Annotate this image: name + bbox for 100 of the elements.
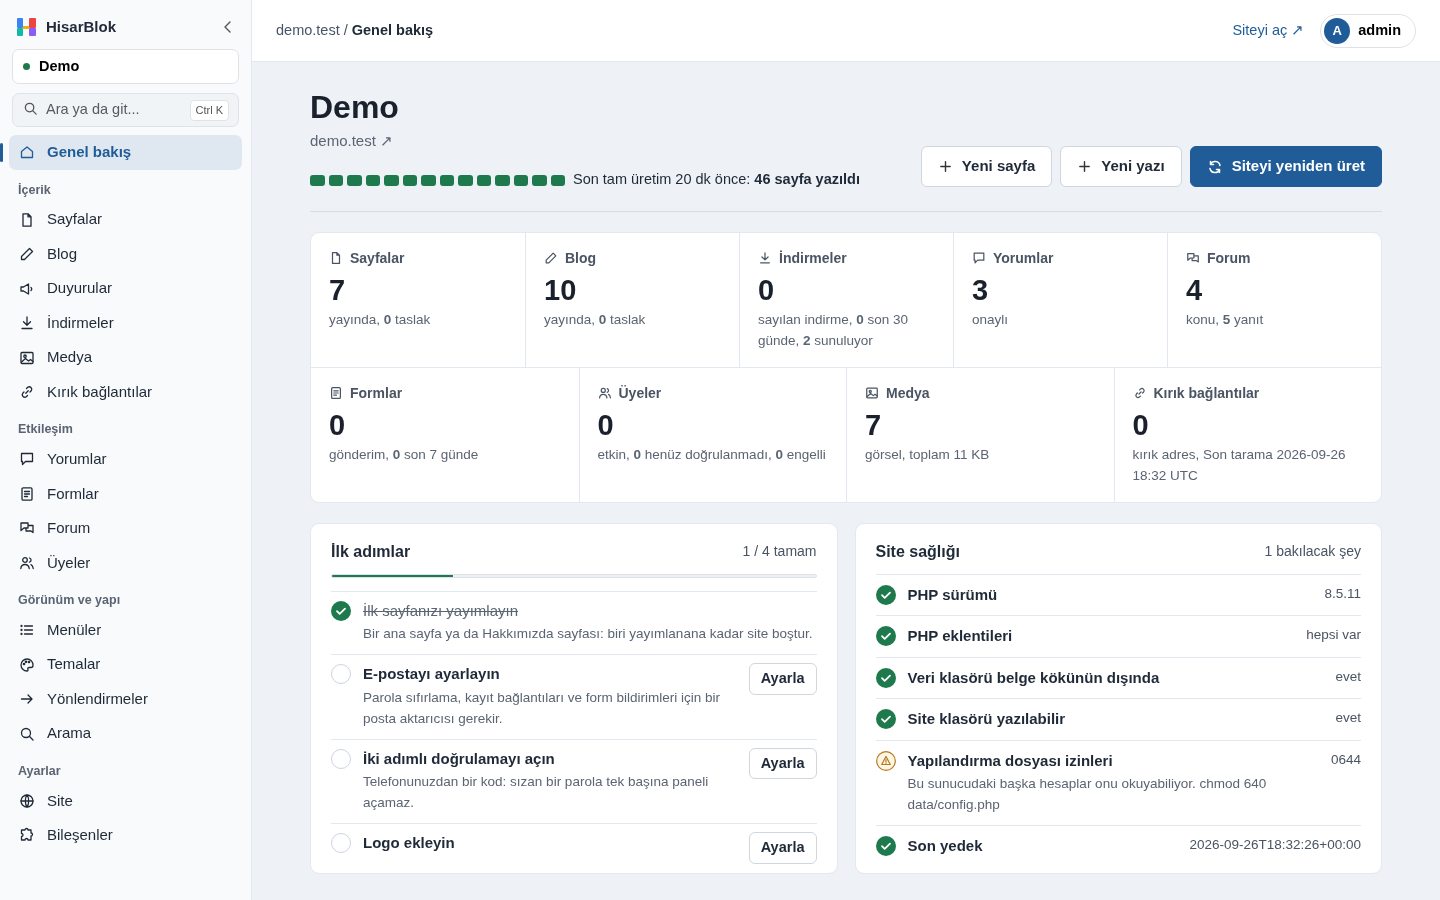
check-label: PHP sürümü [907, 584, 998, 605]
megaphone-icon [19, 280, 35, 297]
sidebar-item[interactable]: Temalar [9, 647, 242, 682]
search-icon [19, 725, 35, 742]
stat-title: Kırık bağlantılar [1153, 383, 1260, 403]
stat-value: 0 [597, 407, 615, 443]
step-description: Telefonunuzdan bir kod: sızan bir parola tek başına paneli açamaz. [363, 773, 710, 813]
breadcrumb: demo.test / Genel bakış [276, 20, 434, 40]
image-icon [865, 386, 879, 401]
section-heading: Ayarlar [17, 762, 62, 780]
link-icon [1132, 386, 1147, 401]
stat-detail: yayında, 0 taslak [544, 310, 647, 329]
stat-value: 7 [865, 407, 883, 443]
sidebar-item[interactable]: Kırık bağlantılar [9, 374, 242, 410]
sidebar-item[interactable]: Arama [9, 716, 242, 751]
sidebar-item[interactable]: Medya [9, 340, 242, 375]
setup-button[interactable]: Ayarla [748, 747, 817, 780]
puzzle-icon [19, 827, 35, 844]
stat-title: Formlar [350, 383, 403, 403]
open-site-link[interactable]: Siteyi aç ↗ [1232, 19, 1305, 42]
check-value: hepsi var [1306, 626, 1361, 645]
stat-detail: görsel, toplam 11 KB [865, 445, 991, 464]
palette-icon [19, 656, 35, 673]
sidebar-item[interactable]: Blog [9, 236, 242, 272]
check-detail: Bu sunucudaki başka hesaplar onu okuyabiliyor. chmod 640 data/config.php [907, 775, 1268, 815]
stat-value: 3 [972, 272, 990, 308]
check-value: evet [1335, 709, 1361, 728]
users-icon [597, 386, 612, 401]
progress-count: 1 / 4 tamam [742, 542, 817, 562]
sidebar-item[interactable]: Forum [9, 511, 242, 546]
stat-title: Üyeler [618, 383, 662, 403]
stat-title: Medya [886, 383, 930, 403]
stat-value: 0 [329, 407, 347, 443]
sidebar-item[interactable]: Sayfalar [9, 202, 242, 237]
check-value: 0644 [1330, 750, 1361, 769]
chat-icon [972, 251, 986, 266]
pencil-icon [544, 251, 558, 266]
check-label: Site klasörü yazılabilir [907, 709, 1066, 730]
search-icon [23, 101, 38, 117]
sidebar-item[interactable]: Yorumlar [9, 442, 242, 477]
section-heading: Etkileşim [17, 421, 74, 439]
sidebar-item[interactable]: Formlar [9, 476, 242, 511]
stat-value: 10 [544, 272, 578, 308]
refresh-icon [1206, 158, 1223, 175]
step-title: İlk sayfanızı yayımlayın [363, 600, 520, 621]
list-icon [19, 622, 35, 638]
page-title: Demo [310, 88, 400, 127]
site-url-link[interactable]: demo.test ↗ [310, 130, 394, 153]
image-icon [19, 349, 35, 366]
file-icon [19, 211, 35, 228]
plus-icon [1077, 159, 1093, 175]
new-item-button[interactable]: Yeni yazı [1060, 146, 1182, 187]
stat-title: Yorumlar [993, 248, 1054, 268]
card-title: İlk adımlar [331, 541, 411, 562]
step-title: Logo ekleyin [363, 833, 456, 853]
sidebar-item[interactable]: Menüler [9, 612, 242, 648]
health-summary: 1 bakılacak şey [1264, 542, 1361, 562]
sidebar-item[interactable]: Üyeler [9, 545, 242, 580]
step-description: Bir ana sayfa ya da Hakkımızda sayfası: biri yayımlanana kadar site boştur. [363, 625, 814, 644]
chat-icon [19, 451, 35, 468]
brand-name: HisarBlok [46, 17, 117, 37]
section-heading: İçerik [17, 181, 52, 199]
stat-value: 4 [1186, 272, 1204, 308]
stat-title: İndirmeler [779, 248, 847, 268]
stat-title: Sayfalar [350, 248, 405, 268]
check-value: 8.5.11 [1324, 584, 1361, 603]
sidebar-item[interactable]: Site [9, 783, 242, 818]
shortcut-hint: Ctrl K [189, 100, 229, 121]
stat-value: 0 [758, 272, 776, 308]
stat-detail: sayılan indirme, 0 son 30 günde, 2 sunuluyor [758, 310, 910, 350]
new-item-button[interactable]: Yeni sayfa [920, 146, 1053, 187]
step-description: Parola sıfırlama, kayıt bağlantıları ve form bildirimleri için bir posta aktarıcısı gerekir. [363, 688, 722, 728]
download-icon [19, 315, 35, 331]
logo-icon [16, 16, 38, 39]
stat-detail: yayında, 0 taslak [329, 310, 432, 329]
stat-value: 0 [1132, 407, 1150, 443]
check-label: PHP eklentileri [907, 626, 1013, 647]
sidebar-item[interactable]: İndirmeler [9, 305, 242, 341]
sidebar-item[interactable]: Duyurular [9, 271, 242, 306]
plus-icon [937, 159, 953, 175]
check-value: 2026-09-26T18:32:26+00:00 [1189, 836, 1361, 855]
link-icon [19, 384, 35, 400]
stat-detail: konu, 5 yanıt [1186, 310, 1265, 329]
setup-button[interactable]: Ayarla [748, 663, 817, 696]
stat-value: 7 [329, 272, 347, 308]
setup-button[interactable]: Ayarla [748, 832, 817, 864]
build-status-text: Son tam üretim 20 dk önce: 46 sayfa yazıldı [573, 170, 860, 190]
home-icon [19, 144, 35, 161]
stat-title: Forum [1207, 248, 1251, 268]
sidebar-item[interactable]: Bileşenler [9, 818, 242, 853]
check-label: Son yedek [907, 836, 983, 857]
sidebar-item[interactable]: Yönlendirmeler [9, 681, 242, 717]
user-menu-button[interactable]: A admin [1320, 13, 1416, 48]
check-label: Yapılandırma dosyası izinleri [907, 750, 1113, 771]
site-switcher[interactable]: Demo [12, 48, 239, 85]
download-icon [758, 251, 772, 266]
globe-icon [19, 792, 35, 809]
check-value: evet [1335, 667, 1361, 686]
stat-detail: gönderim, 0 son 7 günde [329, 445, 480, 464]
regenerate-button[interactable]: Siteyi yeniden üret [1189, 146, 1382, 187]
